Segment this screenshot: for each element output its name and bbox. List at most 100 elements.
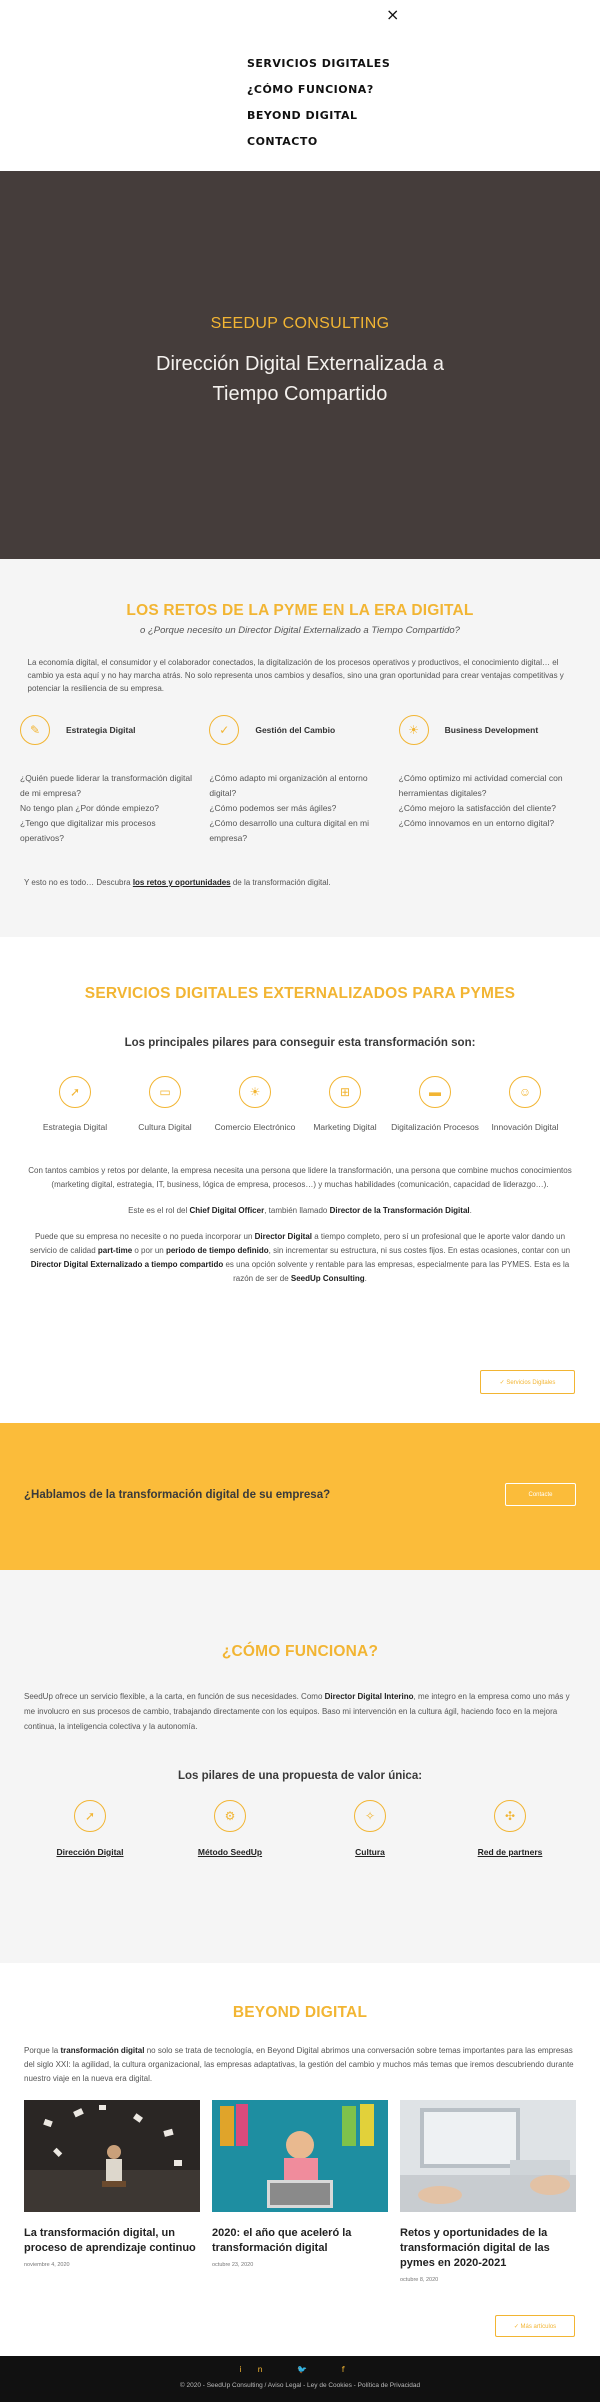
retos-link[interactable]: los retos y oportunidades	[133, 878, 231, 887]
menu-list: SERVICIOS DIGITALES ¿CÓMO FUNCIONA? BEYO…	[247, 56, 390, 160]
post-thumbnail[interactable]	[212, 2100, 388, 2212]
linkedin-icon[interactable]: in	[239, 2365, 278, 2374]
post-title[interactable]: Retos y oportunidades de la transformaci…	[400, 2226, 576, 2271]
pillar-direccion-digital[interactable]: ➚ Dirección Digital	[35, 1800, 145, 1857]
servicios-section: SERVICIOS DIGITALES EXTERNALIZADOS PARA …	[0, 937, 600, 1423]
mobile-menu: × SERVICIOS DIGITALES ¿CÓMO FUNCIONA? BE…	[0, 0, 600, 171]
post-title[interactable]: La transformación digital, un proceso de…	[24, 2226, 200, 2256]
blog-post-card[interactable]: La transformación digital, un proceso de…	[24, 2100, 200, 2283]
retos-outro: Y esto no es todo… Descubra los retos y …	[24, 878, 331, 887]
post-date: octubre 8, 2020	[400, 2277, 439, 2283]
pillar-comercio: ☀ Comercio Electrónico	[210, 1076, 300, 1134]
servicios-subtitle: Los principales pilares para conseguir e…	[124, 1037, 476, 1049]
pillar-procesos: ▬ Digitalización Procesos	[390, 1076, 480, 1134]
menu-item-contacto[interactable]: CONTACTO	[247, 134, 390, 160]
post-date: noviembre 4, 2020	[24, 2262, 70, 2268]
footer: in 🐦 f © 2020 - SeedUp Consulting / Avis…	[0, 2356, 600, 2402]
pillar-label: Comercio Electrónico	[214, 1122, 296, 1132]
questions-column: ¿Cómo adapto mi organización al entorno …	[205, 771, 394, 846]
post-date: octubre 23, 2020	[212, 2262, 254, 2268]
pillar-innovacion: ☺ Innovación Digital	[480, 1076, 570, 1134]
post-title[interactable]: 2020: el año que aceleró la transformaci…	[212, 2226, 388, 2256]
compass-icon: ✧	[354, 1800, 386, 1832]
menu-item-como-funciona[interactable]: ¿CÓMO FUNCIONA?	[247, 82, 390, 108]
network-icon: ✣	[494, 1800, 526, 1832]
pillar-cambio: ✓ Gestión del Cambio	[205, 715, 394, 745]
question: ¿Tengo que digitalizar mis procesos oper…	[20, 818, 156, 843]
retos-questions: ¿Quién puede liderar la transformación d…	[16, 771, 584, 846]
bus-icon: ▭	[149, 1076, 181, 1108]
pillar-marketing: ⊞ Marketing Digital	[300, 1076, 390, 1134]
retos-title: LOS RETOS DE LA PYME EN LA ERA DIGITAL	[126, 602, 474, 619]
lightbulb-icon: ☀	[239, 1076, 271, 1108]
servicios-title: SERVICIOS DIGITALES EXTERNALIZADOS PARA …	[84, 985, 516, 1002]
question: ¿Cómo desarrollo una cultura digital en …	[209, 818, 370, 843]
questions-column: ¿Cómo optimizo mi actividad comercial co…	[395, 771, 584, 846]
rocket-icon: ➚	[59, 1076, 91, 1108]
pillar-label: Business Development	[444, 725, 539, 735]
blog-posts: La transformación digital, un proceso de…	[24, 2100, 576, 2283]
question: ¿Cómo innovamos en un entorno digital?	[398, 818, 555, 828]
retos-section: LOS RETOS DE LA PYME EN LA ERA DIGITAL o…	[0, 559, 600, 937]
beyond-digital-section: BEYOND DIGITAL Porque la transformación …	[0, 1963, 600, 2366]
people-icon: ☺	[509, 1076, 541, 1108]
question: ¿Cómo adapto mi organización al entorno …	[209, 773, 368, 798]
hero-title: Dirección Digital Externalizada a Tiempo…	[156, 353, 444, 405]
pillar-label: Marketing Digital	[313, 1122, 377, 1132]
servicios-p1: Con tantos cambios y retos por delante, …	[28, 1166, 572, 1189]
menu-item-servicios[interactable]: SERVICIOS DIGITALES	[247, 56, 390, 82]
check-icon: ✓	[209, 715, 240, 745]
como-title: ¿CÓMO FUNCIONA?	[221, 1643, 379, 1660]
pillar-cultura-digital: ▭ Cultura Digital	[120, 1076, 210, 1134]
retos-subtitle: o ¿Porque necesito un Director Digital E…	[140, 625, 460, 636]
hero-brand: SEEDUP CONSULTING	[210, 315, 390, 332]
footer-legal[interactable]: © 2020 - SeedUp Consulting / Aviso Legal…	[0, 2382, 600, 2389]
question: ¿Cómo optimizo mi actividad comercial co…	[398, 773, 563, 798]
pillar-link[interactable]: Método SeedUp	[175, 1847, 285, 1857]
beyond-title: BEYOND DIGITAL	[232, 2004, 368, 2021]
pillar-red-partners[interactable]: ✣ Red de partners	[455, 1800, 565, 1857]
hero-section: SEEDUP CONSULTING Dirección Digital Exte…	[0, 171, 600, 559]
pillar-link[interactable]: Cultura	[315, 1847, 425, 1857]
question: ¿Quién puede liderar la transformación d…	[20, 773, 192, 798]
lightbulb-icon: ☀	[398, 715, 429, 745]
retos-pillars: ✎ Estrategia Digital ✓ Gestión del Cambi…	[16, 715, 584, 745]
cta-text: ¿Hablamos de la transformación digital d…	[24, 1489, 331, 1501]
pillar-estrategia-digital: ➚ Estrategia Digital	[30, 1076, 120, 1134]
post-thumbnail[interactable]	[24, 2100, 200, 2212]
pillar-link[interactable]: Red de partners	[455, 1847, 565, 1857]
servicios-p2: Este es el rol del Chief Digital Officer…	[128, 1206, 472, 1215]
pillar-cultura[interactable]: ✧ Cultura	[315, 1800, 425, 1857]
servicios-p3: Puede que su empresa no necesite o no pu…	[29, 1232, 571, 1283]
question: ¿Cómo podemos ser más ágiles?	[209, 803, 337, 813]
mas-articulos-button[interactable]: ✓ Más artículos	[495, 2315, 575, 2337]
pillar-business: ☀ Business Development	[395, 715, 584, 745]
beyond-body: Porque la transformación digital no solo…	[24, 2046, 574, 2083]
servicios-pillars: ➚ Estrategia Digital ▭ Cultura Digital ☀ Co…	[30, 1076, 570, 1134]
blog-post-card[interactable]: 2020: el año que aceleró la transformaci…	[212, 2100, 388, 2283]
questions-column: ¿Quién puede liderar la transformación d…	[16, 771, 205, 846]
cart-icon: ⊞	[329, 1076, 361, 1108]
como-body: SeedUp ofrece un servicio flexible, a la…	[24, 1692, 570, 1731]
retos-intro: La economía digital, el consumidor y el …	[27, 658, 564, 693]
pillar-label: Estrategia Digital	[66, 725, 136, 735]
post-thumbnail[interactable]	[400, 2100, 576, 2212]
pillar-metodo[interactable]: ⚙ Método SeedUp	[175, 1800, 285, 1857]
rocket-icon: ➚	[74, 1800, 106, 1832]
social-links: in 🐦 f	[0, 2356, 600, 2374]
close-icon[interactable]: ×	[386, 5, 399, 24]
cta-banner: ¿Hablamos de la transformación digital d…	[0, 1423, 600, 1570]
twitter-icon[interactable]: 🐦	[297, 2365, 323, 2374]
servicios-digitales-button[interactable]: ✓ Servicios Digitales	[480, 1370, 575, 1394]
servicios-body: Con tantos cambios y retos por delante, …	[23, 1164, 578, 1286]
contacte-button[interactable]: Contacte	[505, 1483, 576, 1506]
question: No tengo plan ¿Por dónde empiezo?	[20, 803, 159, 813]
pillar-label: Gestión del Cambio	[255, 725, 336, 735]
facebook-icon[interactable]: f	[342, 2365, 361, 2374]
menu-item-beyond-digital[interactable]: BEYOND DIGITAL	[247, 108, 390, 134]
pillar-link[interactable]: Dirección Digital	[35, 1847, 145, 1857]
como-funciona-section: ¿CÓMO FUNCIONA? SeedUp ofrece un servici…	[0, 1570, 600, 1963]
pillar-label: Innovación Digital	[491, 1122, 559, 1132]
blog-post-card[interactable]: Retos y oportunidades de la transformaci…	[400, 2100, 576, 2283]
pillar-label: Digitalización Procesos	[391, 1122, 479, 1132]
